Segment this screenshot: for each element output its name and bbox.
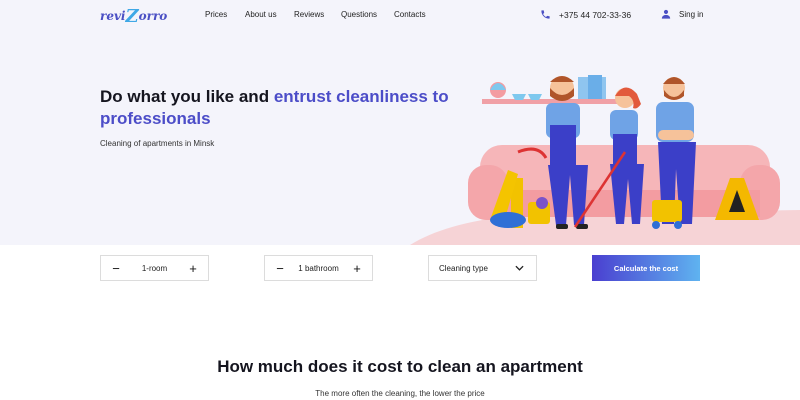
cleaning-type-label: Cleaning type [439, 263, 488, 273]
bathrooms-stepper: − 1 bathroom + [264, 255, 373, 281]
logo-text-z: Z [125, 6, 139, 27]
nav-prices[interactable]: Prices [205, 10, 245, 19]
pricing-subtitle: The more often the cleaning, the lower t… [315, 389, 485, 398]
site-logo[interactable]: reviZorro [100, 5, 167, 27]
bathrooms-increment-button[interactable]: + [350, 262, 364, 275]
rooms-stepper: − 1-room + [100, 255, 209, 281]
rooms-value: 1-room [141, 263, 168, 273]
phone-number: +375 44 702-33-36 [559, 9, 632, 20]
rooms-decrement-button[interactable]: − [109, 262, 123, 275]
nav-contacts[interactable]: Contacts [394, 10, 426, 19]
calculate-cost-button[interactable]: Calculate the cost [592, 255, 700, 281]
cleaning-type-select[interactable]: Cleaning type [428, 255, 537, 281]
signin-label: Sing in [679, 9, 704, 19]
nav-about-us[interactable]: About us [245, 10, 294, 19]
chevron-down-icon [515, 265, 524, 271]
main-nav: Prices About us Reviews Questions Contac… [205, 10, 426, 19]
logo-text-suffix: orro [138, 9, 168, 23]
rooms-increment-button[interactable]: + [186, 262, 200, 275]
bathrooms-decrement-button[interactable]: − [273, 262, 287, 275]
user-icon [661, 9, 671, 19]
hero-title-plain: Do what you like and [100, 87, 274, 106]
header-phone[interactable]: +375 44 702-33-36 [540, 9, 631, 20]
nav-questions[interactable]: Questions [341, 10, 394, 19]
bathrooms-value: 1 bathroom [298, 263, 339, 273]
pricing-title: How much does it cost to clean an apartm… [217, 357, 583, 376]
cleaners-illustration [410, 75, 800, 245]
nav-reviews[interactable]: Reviews [294, 10, 341, 19]
signin-link[interactable]: Sing in [661, 9, 703, 19]
hero-subtitle: Cleaning of apartments in Minsk [100, 139, 215, 148]
phone-icon [541, 10, 550, 19]
logo-text-prefix: revi [100, 9, 126, 23]
